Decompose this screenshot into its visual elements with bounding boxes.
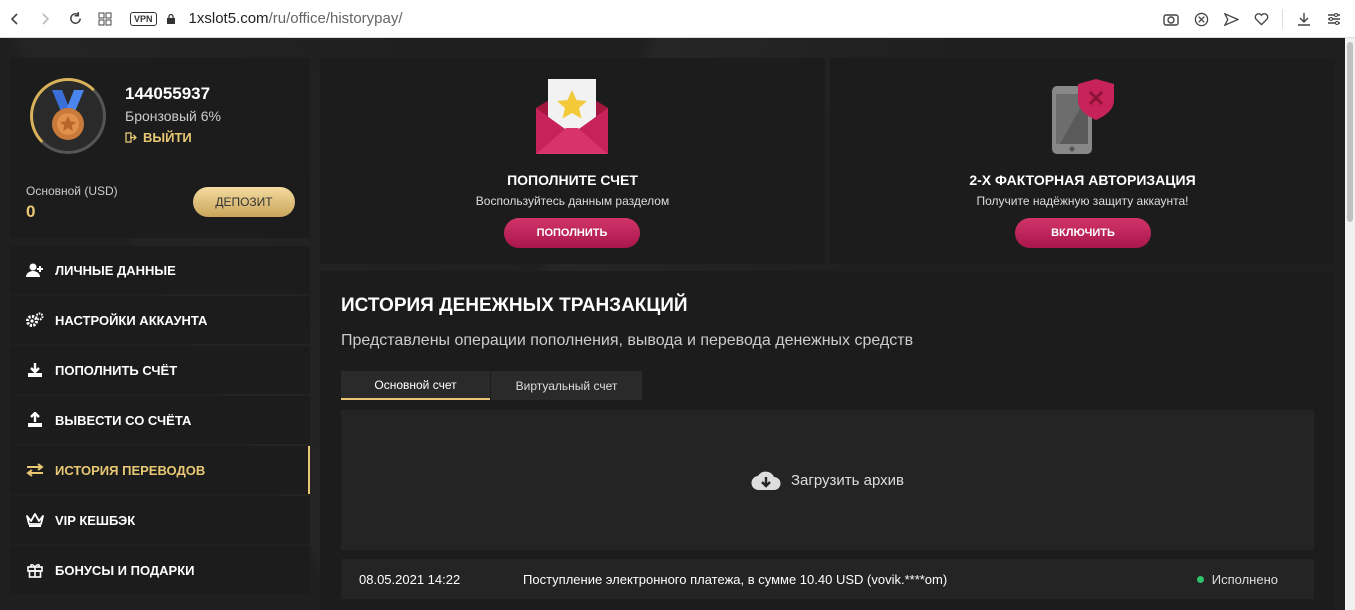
transfer-icon	[26, 461, 44, 479]
gift-icon	[26, 561, 44, 579]
profile-card: 144055937 Бронзовый 6% ВЫЙТИ Основной (U…	[10, 58, 310, 238]
top-up-button[interactable]: ПОПОЛНИТЬ	[504, 218, 640, 248]
sidebar-menu: ЛИЧНЫЕ ДАННЫЕ НАСТРОЙКИ АККАУНТА ПОПОЛНИ…	[10, 246, 310, 596]
sidebar-item-label: ИСТОРИЯ ПЕРЕВОДОВ	[55, 462, 206, 478]
enable-2fa-button[interactable]: ВКЛЮЧИТЬ	[1015, 218, 1151, 248]
sidebar-item-deposit[interactable]: ПОПОЛНИТЬ СЧЁТ	[10, 346, 310, 394]
sidebar-item-transfer-history[interactable]: ИСТОРИЯ ПЕРЕВОДОВ	[10, 446, 310, 494]
settings-sliders-icon	[1328, 13, 1340, 25]
deposit-button[interactable]: ДЕПОЗИТ	[193, 187, 295, 217]
avatar	[30, 78, 106, 154]
table-row[interactable]: 08.05.2021 14:22 Поступление электронног…	[341, 559, 1314, 599]
upload-icon	[26, 411, 44, 429]
back-button[interactable]	[0, 4, 30, 34]
cloud-download-icon	[751, 471, 781, 491]
promo-2fa-subtitle: Получите надёжную защиту аккаунта!	[976, 194, 1189, 208]
sidebar-item-label: ПОПОЛНИТЬ СЧЁТ	[55, 362, 178, 378]
sidebar-item-label: НАСТРОЙКИ АККАУНТА	[55, 312, 208, 328]
downloads-button[interactable]	[1291, 4, 1317, 34]
toolbar-divider	[1282, 9, 1283, 29]
sidebar-item-withdraw[interactable]: ВЫВЕСТИ СО СЧЁТА	[10, 396, 310, 444]
page-title: ИСТОРИЯ ДЕНЕЖНЫХ ТРАНЗАКЦИЙ	[341, 295, 688, 316]
heart-icon	[1254, 13, 1268, 26]
envelope-star-icon	[536, 79, 608, 154]
transaction-date: 08.05.2021 14:22	[359, 571, 461, 587]
balance-label: Основной (USD)	[26, 184, 118, 198]
tabs-grid-button[interactable]	[90, 4, 120, 34]
camera-icon	[1163, 14, 1179, 26]
page-content: 144055937 Бронзовый 6% ВЫЙТИ Основной (U…	[0, 38, 1345, 610]
easy-setup-button[interactable]	[1321, 4, 1347, 34]
sidebar-item-label: VIP КЕШБЭК	[55, 512, 136, 528]
sidebar-item-label: БОНУСЫ И ПОДАРКИ	[55, 562, 195, 578]
sidebar-item-account-settings[interactable]: НАСТРОЙКИ АККАУНТА	[10, 296, 310, 344]
download-archive-label: Загрузить архив	[790, 471, 905, 489]
block-icon	[1194, 12, 1208, 26]
adblock-button[interactable]	[1188, 4, 1214, 34]
sidebar-item-label: ЛИЧНЫЕ ДАННЫЕ	[55, 262, 176, 278]
promo-deposit-card: ПОПОЛНИТЕ СЧЕТ Воспользуйтесь данным раз…	[320, 58, 825, 264]
status-badge: Исполнено	[1196, 571, 1278, 587]
sidebar-item-personal-data[interactable]: ЛИЧНЫЕ ДАННЫЕ	[10, 246, 310, 294]
logout-label: ВЫЙТИ	[143, 130, 192, 145]
chevron-left-icon	[10, 12, 18, 25]
chevron-right-icon	[42, 12, 50, 25]
balance-value: 0	[26, 202, 36, 221]
url-host: 1xslot5.com	[188, 10, 269, 27]
transactions-panel: ИСТОРИЯ ДЕНЕЖНЫХ ТРАНЗАКЦИЙ Представлены…	[320, 271, 1335, 610]
send-button[interactable]	[1218, 4, 1244, 34]
phone-shield-icon	[1052, 79, 1114, 154]
sidebar-item-label: ВЫВЕСТИ СО СЧЁТА	[55, 412, 192, 428]
scrollbar-thumb[interactable]	[1347, 42, 1353, 222]
tab-virtual-account[interactable]: Виртуальный счет	[491, 371, 642, 400]
send-icon	[1223, 12, 1239, 26]
status-dot-icon	[1196, 575, 1204, 583]
lock-icon[interactable]	[165, 13, 177, 25]
url-path: /ru/office/historypay/	[268, 10, 403, 27]
sidebar-item-bonuses[interactable]: БОНУСЫ И ПОДАРКИ	[10, 546, 310, 594]
bronze-medal-icon	[52, 90, 84, 140]
user-add-icon	[26, 261, 44, 279]
gears-icon	[26, 311, 44, 329]
download-archive-button[interactable]: Загрузить архив	[341, 410, 1314, 550]
transaction-status: Исполнено	[1211, 571, 1278, 587]
vpn-badge[interactable]: VPN	[130, 11, 157, 26]
download-icon	[26, 361, 44, 379]
page-subtitle: Представлены операции пополнения, вывода…	[341, 332, 914, 349]
transaction-description: Поступление электронного платежа, в сумм…	[523, 571, 948, 587]
sidebar-item-vip-cashback[interactable]: VIP КЕШБЭК	[10, 496, 310, 544]
tab-main-account[interactable]: Основной счет	[341, 371, 490, 400]
page-scrollbar[interactable]	[1345, 38, 1355, 610]
account-tabs: Основной счет Виртуальный счет	[341, 371, 642, 400]
download-icon	[1298, 13, 1310, 26]
favorite-button[interactable]	[1248, 4, 1274, 34]
user-id: 144055937	[125, 84, 211, 103]
promo-2fa-title: 2-Х ФАКТОРНАЯ АВТОРИЗАЦИЯ	[969, 172, 1196, 188]
promo-deposit-subtitle: Воспользуйтесь данным разделом	[475, 194, 670, 208]
address-bar[interactable]: 1xslot5.com/ru/office/historypay/	[189, 10, 403, 27]
reload-icon	[69, 11, 81, 24]
screenshot-button[interactable]	[1158, 4, 1184, 34]
user-level: Бронзовый 6%	[125, 108, 221, 124]
logout-icon	[125, 132, 137, 143]
grid-icon	[98, 12, 112, 25]
promo-2fa-card: 2-Х ФАКТОРНАЯ АВТОРИЗАЦИЯ Получите надёж…	[830, 58, 1335, 264]
crown-icon	[26, 511, 44, 529]
promo-deposit-title: ПОПОЛНИТЕ СЧЕТ	[507, 172, 638, 188]
reload-button[interactable]	[60, 4, 90, 34]
logout-link[interactable]: ВЫЙТИ	[125, 130, 192, 145]
browser-toolbar: VPN 1xslot5.com/ru/office/historypay/	[0, 0, 1355, 38]
forward-button[interactable]	[30, 4, 60, 34]
